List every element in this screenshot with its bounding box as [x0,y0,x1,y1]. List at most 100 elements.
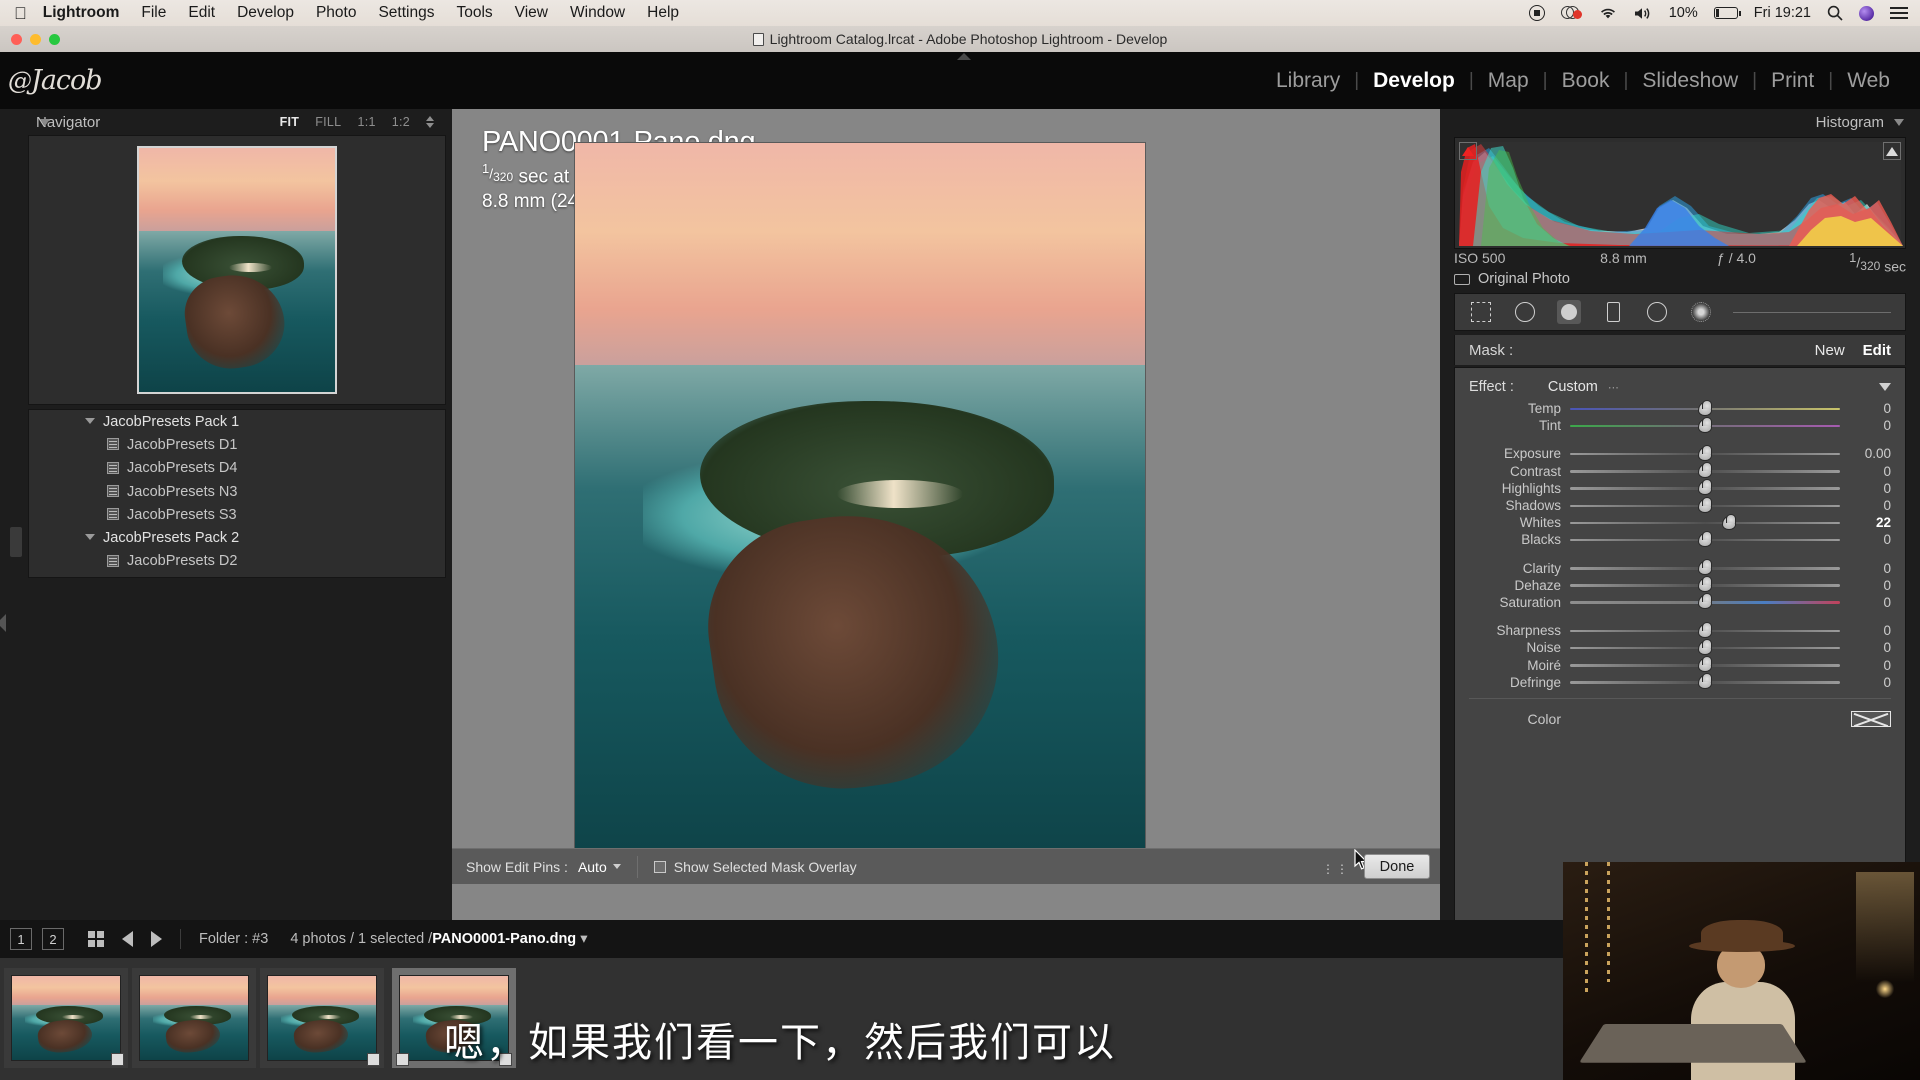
preset-item[interactable]: JacobPresets N3 [29,480,445,503]
slider-track[interactable] [1570,499,1840,513]
slider-track[interactable] [1570,419,1840,433]
done-button[interactable]: Done [1364,854,1430,879]
volume-icon[interactable] [1633,6,1653,21]
maximize-window-button[interactable] [49,34,60,45]
brush-icon[interactable] [1557,300,1581,324]
zoom-1-2[interactable]: 1:2 [392,115,410,129]
effect-dropdown-dots-icon[interactable]: ⋯ [1608,381,1619,394]
slider-track[interactable] [1570,464,1840,478]
chevron-down-icon[interactable] [85,418,95,424]
slider-track[interactable] [1570,658,1840,672]
module-develop[interactable]: Develop [1359,69,1469,93]
minimize-window-button[interactable] [30,34,41,45]
presets-list[interactable]: JacobPresets Pack 1 JacobPresets D1 Jaco… [28,409,446,578]
slider-track[interactable] [1570,675,1840,689]
mask-edit-button[interactable]: Edit [1863,342,1891,359]
module-book[interactable]: Book [1548,69,1624,93]
slider-tint[interactable]: Tint 0 [1455,417,1905,434]
slider-track[interactable] [1570,624,1840,638]
slider-defringe[interactable]: Defringe 0 [1455,674,1905,691]
slider-track[interactable] [1570,561,1840,575]
recording-indicator-icon[interactable] [1561,5,1583,21]
module-map[interactable]: Map [1474,69,1543,93]
chevron-down-icon[interactable] [613,864,621,869]
back-arrow-icon[interactable] [122,931,133,947]
wifi-icon[interactable] [1599,6,1617,20]
preset-item[interactable]: JacobPresets D1 [29,433,445,456]
radial-gradient-icon[interactable] [1513,300,1537,324]
page-2-button[interactable]: 2 [42,928,64,950]
preset-item[interactable]: JacobPresets D4 [29,457,445,480]
chevron-down-icon[interactable]: ▾ [580,931,587,947]
menu-photo[interactable]: Photo [316,4,357,22]
preset-item[interactable]: JacobPresets S3 [29,503,445,526]
apple-icon[interactable]:  [14,5,27,22]
slider-track[interactable] [1570,595,1840,609]
module-library[interactable]: Library [1262,69,1354,93]
slider-track[interactable] [1570,481,1840,495]
webcam-pip-overlay[interactable] [1563,862,1920,1080]
identity-plate[interactable]: @Jacob [8,65,102,96]
mask-overlay-checkbox[interactable] [654,861,666,873]
shadow-clipping-indicator[interactable] [1459,142,1477,160]
module-web[interactable]: Web [1833,69,1904,93]
mask-overlay-label[interactable]: Show Selected Mask Overlay [674,859,857,875]
menu-help[interactable]: Help [647,4,679,22]
slider-sharpness[interactable]: Sharpness 0 [1455,622,1905,639]
main-photo-preview[interactable] [574,142,1146,860]
preset-item[interactable]: JacobPresets D5 [29,573,445,578]
menu-tools[interactable]: Tools [456,4,492,22]
window-controls[interactable] [11,34,60,45]
slider-track[interactable] [1570,533,1840,547]
close-window-button[interactable] [11,34,22,45]
histogram-header[interactable]: Histogram [1440,109,1920,135]
menu-lightroom[interactable]: Lightroom [43,4,120,22]
current-filename[interactable]: PANO0001-Pano.dng [432,931,576,947]
effect-value[interactable]: Custom [1548,379,1598,395]
zoom-fill[interactable]: FILL [315,115,341,129]
menu-file[interactable]: File [141,4,166,22]
select-subject-icon[interactable] [1469,300,1493,324]
preset-group-pack-2[interactable]: JacobPresets Pack 2 [29,526,445,549]
top-panel-collapse-caret[interactable] [957,53,971,60]
original-photo-toggle[interactable]: Original Photo [1454,271,1570,287]
chevron-down-icon[interactable] [85,534,95,540]
slider-contrast[interactable]: Contrast 0 [1455,463,1905,480]
module-slideshow[interactable]: Slideshow [1628,69,1752,93]
module-print[interactable]: Print [1757,69,1828,93]
slider-track[interactable] [1570,447,1840,461]
range-mask-icon[interactable] [1689,300,1713,324]
zoom-stepper-icon[interactable] [426,116,434,128]
slider-track[interactable] [1570,402,1840,416]
slider-highlights[interactable]: Highlights 0 [1455,480,1905,497]
mask-new-button[interactable]: New [1815,342,1845,359]
chevron-down-icon[interactable] [1894,119,1904,126]
menu-window[interactable]: Window [570,4,625,22]
linear-gradient-icon[interactable] [1601,300,1625,324]
slider-exposure[interactable]: Exposure 0.00 [1455,445,1905,462]
spotlight-search-icon[interactable] [1827,5,1843,21]
zoom-fit[interactable]: FIT [280,115,300,129]
slider-noise[interactable]: Noise 0 [1455,639,1905,656]
menu-settings[interactable]: Settings [378,4,434,22]
slider-moire[interactable]: Moiré 0 [1455,656,1905,673]
grid-view-icon[interactable] [88,931,104,947]
slider-track[interactable] [1570,641,1840,655]
highlight-clipping-indicator[interactable] [1883,142,1901,160]
navigator-preview[interactable] [28,135,446,405]
preset-item[interactable]: JacobPresets D2 [29,550,445,573]
battery-charging-icon[interactable] [1714,7,1738,19]
menu-edit[interactable]: Edit [188,4,215,22]
show-edit-pins-value[interactable]: Auto [578,859,607,875]
slider-temp[interactable]: Temp 0 [1455,400,1905,417]
slider-shadows[interactable]: Shadows 0 [1455,497,1905,514]
slider-blacks[interactable]: Blacks 0 [1455,531,1905,548]
forward-arrow-icon[interactable] [151,931,162,947]
control-center-icon[interactable] [1890,4,1908,22]
chevron-down-icon[interactable] [1879,383,1891,391]
toolbar-options-icon[interactable]: ⋮⋮ [1322,862,1350,876]
slider-whites[interactable]: Whites 22 [1455,514,1905,531]
screen-record-icon[interactable] [1529,5,1545,21]
preset-group-pack-1[interactable]: JacobPresets Pack 1 [29,410,445,433]
slider-track[interactable] [1570,516,1840,530]
